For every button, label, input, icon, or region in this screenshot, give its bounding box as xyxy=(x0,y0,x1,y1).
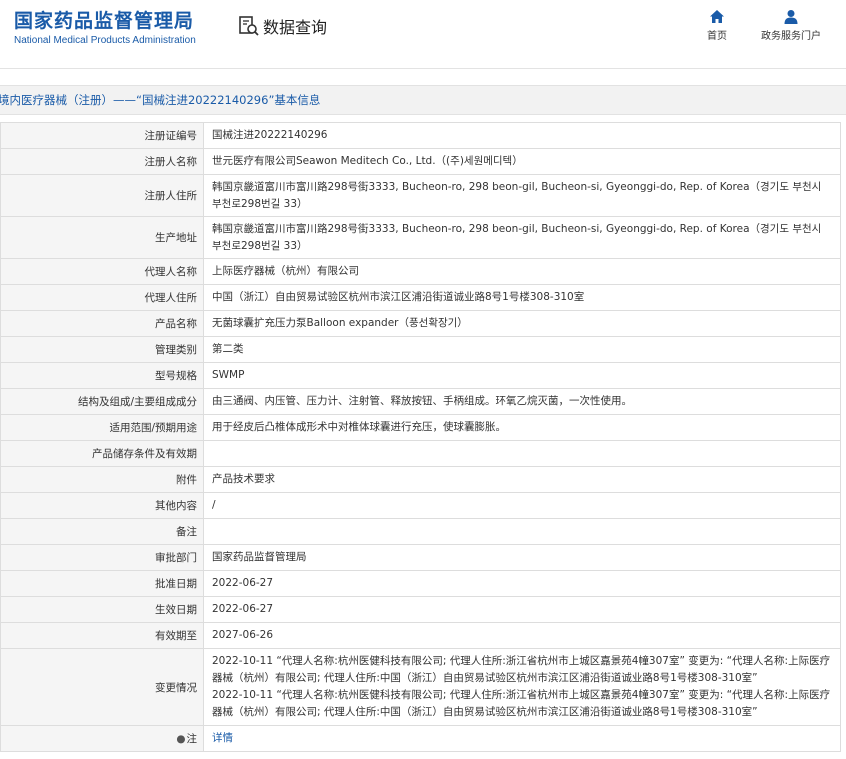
logo-title[interactable]: 国家药品监督管理局 xyxy=(14,6,194,33)
change-entry: 2022-10-11 “代理人名称:杭州医健科技有限公司; 代理人住所:浙江省杭… xyxy=(212,689,831,718)
field-value: 2022-06-27 xyxy=(203,570,841,597)
field-label: 产品名称 xyxy=(0,310,204,337)
field-value xyxy=(203,440,841,467)
home-icon xyxy=(710,10,724,23)
field-value: 中国（浙江）自由贸易试验区杭州市滨江区浦沿街道诚业路8号1号楼308-310室 xyxy=(203,284,841,311)
field-label: 注册人住所 xyxy=(0,174,204,217)
field-label: 型号规格 xyxy=(0,362,204,389)
field-value: 上际医疗器械（杭州）有限公司 xyxy=(203,258,841,285)
field-label: 有效期至 xyxy=(0,622,204,649)
field-value: 韩国京畿道富川市富川路298号街3333, Bucheon-ro, 298 be… xyxy=(203,174,841,217)
table-row: 审批部门 国家药品监督管理局 xyxy=(0,544,841,571)
field-value: 2027-06-26 xyxy=(203,622,841,649)
note-value-cell: 详情 xyxy=(203,725,841,752)
table-row: 注册人住所 韩国京畿道富川市富川路298号街3333, Bucheon-ro, 2… xyxy=(0,174,841,217)
field-value: 用于经皮后凸椎体成形术中对椎体球囊进行充压，使球囊膨胀。 xyxy=(203,414,841,441)
field-label: 变更情况 xyxy=(0,648,204,726)
field-value: 无菌球囊扩充压力泵Balloon expander（풍선확장기） xyxy=(203,310,841,337)
table-row-changes: 变更情况 2022-10-11 “代理人名称:杭州医健科技有限公司; 代理人住所:… xyxy=(0,648,841,726)
field-value: 国械注进20222140296 xyxy=(203,122,841,149)
field-value: 国家药品监督管理局 xyxy=(203,544,841,571)
data-query-title: 数据查询 xyxy=(238,14,327,38)
nav-home[interactable]: 首页 xyxy=(703,9,731,42)
field-label: 代理人住所 xyxy=(0,284,204,311)
table-row: 有效期至 2027-06-26 xyxy=(0,622,841,649)
table-row: 管理类别 第二类 xyxy=(0,336,841,363)
table-row: 附件 产品技术要求 xyxy=(0,466,841,493)
table-row: 产品储存条件及有效期 xyxy=(0,440,841,467)
table-row: 批准日期 2022-06-27 xyxy=(0,570,841,597)
nav-service-portal-label: 政务服务门户 xyxy=(761,31,821,42)
nav-service-portal[interactable]: 政务服务门户 xyxy=(758,9,824,42)
user-icon xyxy=(784,10,798,24)
field-label: 产品储存条件及有效期 xyxy=(0,440,204,467)
field-label: 结构及组成/主要组成成分 xyxy=(0,388,204,415)
field-label: 注册证编号 xyxy=(0,122,204,149)
table-row: 注册证编号 国械注进20222140296 xyxy=(0,122,841,149)
table-row: 结构及组成/主要组成成分 由三通阀、内压管、压力计、注射管、释放按钮、手柄组成。环… xyxy=(0,388,841,415)
field-label: 代理人名称 xyxy=(0,258,204,285)
field-label: 适用范围/预期用途 xyxy=(0,414,204,441)
registration-info-table: 注册证编号 国械注进20222140296 注册人名称 世元医疗有限公司Seawon … xyxy=(0,122,841,752)
table-row: 其他内容 / xyxy=(0,492,841,519)
change-history: 2022-10-11 “代理人名称:杭州医健科技有限公司; 代理人住所:浙江省杭… xyxy=(203,648,841,726)
details-link[interactable]: 详情 xyxy=(212,732,233,744)
field-label: 注册人名称 xyxy=(0,148,204,175)
field-value: SWMP xyxy=(203,362,841,389)
field-label: 管理类别 xyxy=(0,336,204,363)
table-row-note: ●注 详情 xyxy=(0,725,841,752)
table-row: 代理人住所 中国（浙江）自由贸易试验区杭州市滨江区浦沿街道诚业路8号1号楼308-… xyxy=(0,284,841,311)
field-value xyxy=(203,518,841,545)
field-label: 批准日期 xyxy=(0,570,204,597)
note-label: 注 xyxy=(186,733,198,745)
nav-home-label: 首页 xyxy=(707,31,727,42)
data-query-label: 数据查询 xyxy=(263,18,328,37)
field-label: 生产地址 xyxy=(0,216,204,259)
note-label-cell: ●注 xyxy=(0,725,204,752)
table-row: 注册人名称 世元医疗有限公司Seawon Meditech Co., Ltd.（(… xyxy=(0,148,841,175)
field-value: / xyxy=(203,492,841,519)
page-title: 境内医疗器械（注册）——“国械注进20222140296”基本信息 xyxy=(0,93,321,107)
table-row: 代理人名称 上际医疗器械（杭州）有限公司 xyxy=(0,258,841,285)
field-value: 第二类 xyxy=(203,336,841,363)
page-title-bar: 境内医疗器械（注册）——“国械注进20222140296”基本信息 xyxy=(0,85,846,115)
field-value: 世元医疗有限公司Seawon Meditech Co., Ltd.（(주)세원메… xyxy=(203,148,841,175)
field-label: 审批部门 xyxy=(0,544,204,571)
field-value: 韩国京畿道富川市富川路298号街3333, Bucheon-ro, 298 be… xyxy=(203,216,841,259)
header-divider xyxy=(0,68,846,69)
search-document-icon xyxy=(239,16,259,36)
table-row: 型号规格 SWMP xyxy=(0,362,841,389)
table-row: 产品名称 无菌球囊扩充压力泵Balloon expander（풍선확장기） xyxy=(0,310,841,337)
table-row: 备注 xyxy=(0,518,841,545)
field-label: 其他内容 xyxy=(0,492,204,519)
field-value: 由三通阀、内压管、压力计、注射管、释放按钮、手柄组成。环氧乙烷灭菌，一次性使用。 xyxy=(203,388,841,415)
site-header: 国家药品监督管理局 National Medical Products Admi… xyxy=(0,0,846,64)
table-row: 生效日期 2022-06-27 xyxy=(0,596,841,623)
table-row: 生产地址 韩国京畿道富川市富川路298号街3333, Bucheon-ro, 29… xyxy=(0,216,841,259)
field-label: 附件 xyxy=(0,466,204,493)
field-value: 2022-06-27 xyxy=(203,596,841,623)
table-row: 适用范围/预期用途 用于经皮后凸椎体成形术中对椎体球囊进行充压，使球囊膨胀。 xyxy=(0,414,841,441)
field-value: 产品技术要求 xyxy=(203,466,841,493)
change-entry: 2022-10-11 “代理人名称:杭州医健科技有限公司; 代理人住所:浙江省杭… xyxy=(212,655,831,684)
field-label: 备注 xyxy=(0,518,204,545)
pin-icon: ● xyxy=(176,733,186,745)
field-label: 生效日期 xyxy=(0,596,204,623)
logo-subtitle: National Medical Products Administration xyxy=(14,35,196,46)
